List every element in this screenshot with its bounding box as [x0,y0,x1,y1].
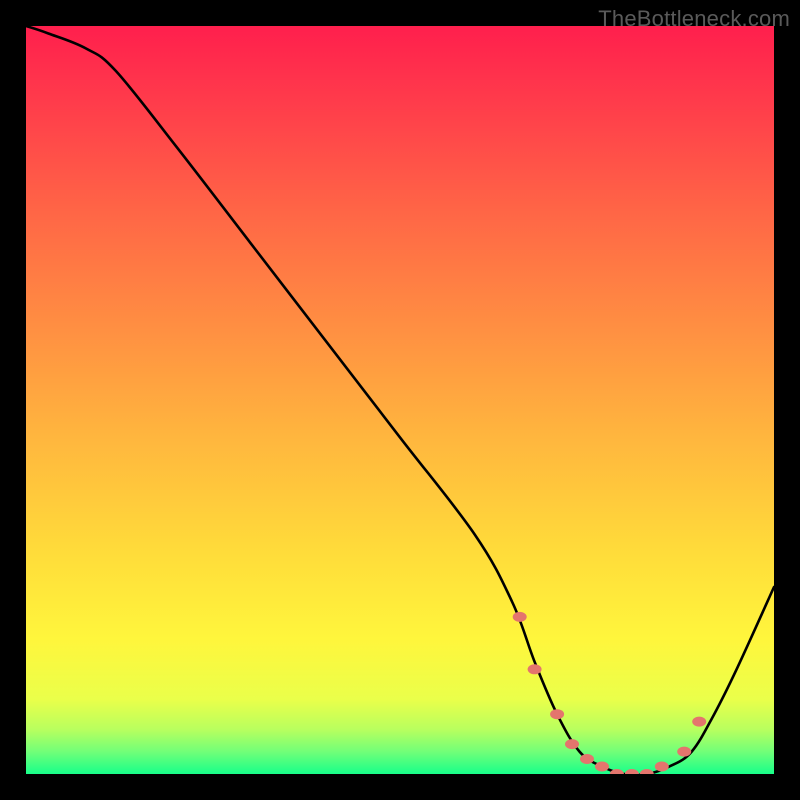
curve-marker [595,762,609,772]
curve-layer [26,26,774,774]
watermark-text: TheBottleneck.com [598,6,790,32]
bottleneck-curve [26,26,774,774]
curve-marker [640,769,654,774]
chart-root: TheBottleneck.com [0,0,800,800]
marker-group [513,612,707,774]
curve-marker [528,664,542,674]
curve-marker [565,739,579,749]
curve-marker [655,762,669,772]
plot-area [26,26,774,774]
curve-marker [692,717,706,727]
curve-marker [550,709,564,719]
curve-marker [513,612,527,622]
curve-marker [625,769,639,774]
curve-marker [580,754,594,764]
curve-marker [677,747,691,757]
